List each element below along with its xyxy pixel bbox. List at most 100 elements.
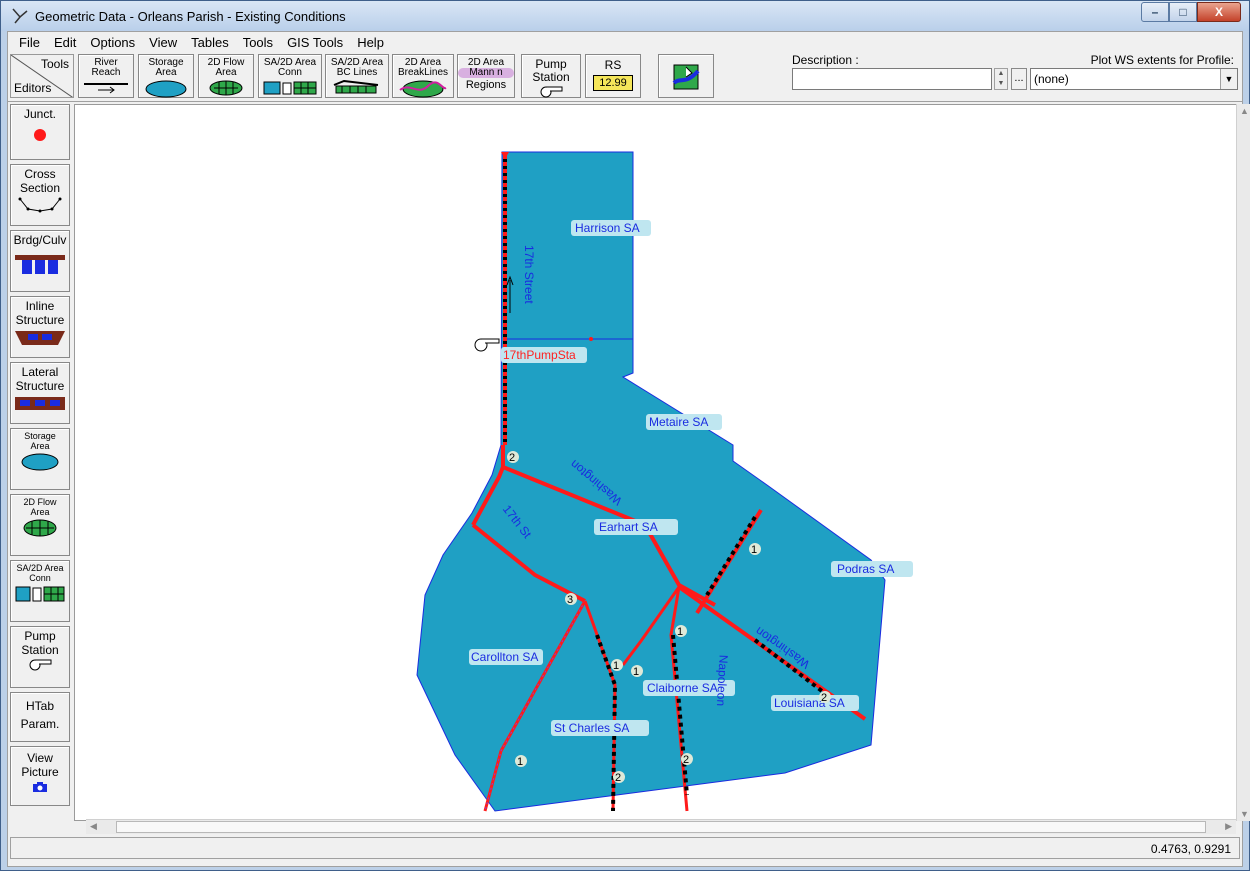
- client-area: File Edit Options View Tables Tools GIS …: [7, 31, 1250, 867]
- menu-gis-tools[interactable]: GIS Tools: [280, 35, 350, 50]
- podras-sa-label: Podras SA: [837, 562, 894, 576]
- description-label: Description :: [792, 53, 859, 67]
- lateral-structure-icon: [15, 397, 65, 410]
- scroll-left-icon[interactable]: ◀: [90, 821, 97, 832]
- sa-2d-conn-tool-button[interactable]: SA/2D Area Conn: [258, 54, 322, 98]
- tools-editors-corner: Tools Editors: [10, 54, 74, 98]
- louisiana-sa-label: Louisiana SA: [774, 696, 845, 710]
- river-reach-icon: [84, 83, 128, 94]
- 2d-flow-area-icon: [209, 80, 243, 96]
- description-spinner[interactable]: ▲ ▼: [994, 68, 1008, 90]
- 2d-flow-area-editor-icon: [23, 519, 57, 537]
- menu-options[interactable]: Options: [83, 35, 142, 50]
- background-map-icon: [672, 64, 700, 90]
- background-map-button[interactable]: [658, 54, 714, 98]
- toolbar: Tools Editors River Reach Storage Area 2…: [8, 52, 1242, 102]
- scroll-up-icon[interactable]: ▲: [1240, 106, 1249, 116]
- plot-profile-value: (none): [1034, 72, 1069, 86]
- 17th-street-label: 17th Street: [522, 245, 536, 304]
- pump-station-tool-button[interactable]: Pump Station: [521, 54, 581, 98]
- svg-text:3: 3: [567, 594, 573, 606]
- carollton-sa-label: Carollton SA: [471, 650, 538, 664]
- view-picture-editor-button[interactable]: View Picture: [10, 746, 70, 806]
- bridge-culvert-editor-button[interactable]: Brdg/Culv: [10, 230, 70, 292]
- menu-edit[interactable]: Edit: [47, 35, 83, 50]
- description-ellipsis-button[interactable]: ...: [1011, 68, 1027, 90]
- sa-2d-conn-editor-button[interactable]: SA/2D Area Conn: [10, 560, 70, 622]
- window-title: Geometric Data - Orleans Parish - Existi…: [35, 9, 346, 24]
- pump-station-label[interactable]: 17thPumpSta: [503, 348, 576, 362]
- menu-tools[interactable]: Tools: [236, 35, 280, 50]
- junction-point[interactable]: [589, 337, 593, 341]
- svg-text:2: 2: [509, 452, 515, 464]
- geometry-map[interactable]: Harrison SA Metaire SA Earhart SA Podras…: [75, 105, 1238, 821]
- plot-profile-select[interactable]: (none) ▼: [1030, 68, 1238, 90]
- storage-area-editor-button[interactable]: Storage Area: [10, 428, 70, 490]
- status-bar: 0.4763, 0.9291: [10, 837, 1240, 859]
- menu-tables[interactable]: Tables: [184, 35, 236, 50]
- title-bar[interactable]: Geometric Data - Orleans Parish - Existi…: [1, 1, 1249, 31]
- menu-help[interactable]: Help: [350, 35, 391, 50]
- close-button[interactable]: X: [1197, 2, 1241, 22]
- svg-text:2: 2: [683, 754, 689, 766]
- svg-text:2: 2: [615, 772, 621, 784]
- bc-lines-icon: [333, 80, 379, 94]
- river-reach-button[interactable]: River Reach: [78, 54, 134, 98]
- tools-label: Tools: [40, 57, 69, 71]
- editors-label: Editors: [14, 81, 52, 95]
- hec-ras-app-icon: [12, 8, 28, 24]
- inline-structure-editor-button[interactable]: Inline Structure: [10, 296, 70, 358]
- menu-view[interactable]: View: [142, 35, 184, 50]
- junction-icon: [34, 129, 46, 141]
- junction-editor-button[interactable]: Junct.: [10, 104, 70, 160]
- maximize-button[interactable]: □: [1169, 2, 1197, 22]
- metaire-sa-label: Metaire SA: [649, 415, 708, 429]
- harrison-sa-label: Harrison SA: [575, 221, 640, 235]
- cursor-coordinates: 0.4763, 0.9291: [1150, 842, 1231, 856]
- horizontal-scrollbar[interactable]: ◀ ▶: [86, 819, 1236, 834]
- cross-section-icon: [18, 197, 62, 213]
- menu-bar: File Edit Options View Tables Tools GIS …: [8, 32, 1242, 52]
- chevron-down-icon[interactable]: ▼: [1220, 69, 1237, 89]
- geometric-data-window: Geometric Data - Orleans Parish - Existi…: [0, 0, 1250, 871]
- storage-area-icon: [145, 80, 187, 98]
- st-charles-sa-label: St Charles SA: [554, 721, 629, 735]
- lateral-structure-editor-button[interactable]: Lateral Structure: [10, 362, 70, 424]
- pump-station-editor-button[interactable]: Pump Station: [10, 626, 70, 688]
- 2d-flow-area-tool-button[interactable]: 2D Flow Area: [198, 54, 254, 98]
- scroll-right-icon[interactable]: ▶: [1225, 821, 1232, 832]
- cross-section-editor-button[interactable]: Cross Section: [10, 164, 70, 226]
- minimize-button[interactable]: –: [1141, 2, 1169, 22]
- breaklines-tool-button[interactable]: 2D Area BreakLines: [392, 54, 454, 98]
- svg-text:2: 2: [821, 692, 827, 704]
- horizontal-scroll-thumb[interactable]: [116, 821, 1206, 833]
- storage-area-editor-icon: [21, 453, 59, 471]
- camera-icon: [33, 782, 47, 792]
- bridge-culvert-icon: [15, 255, 65, 274]
- river-station-tool-button[interactable]: RS 12.99: [585, 54, 641, 98]
- sa-2d-conn-icon: [263, 81, 317, 95]
- earhart-sa-label: Earhart SA: [599, 520, 658, 534]
- geometry-canvas[interactable]: Harrison SA Metaire SA Earhart SA Podras…: [74, 104, 1238, 821]
- pump-station-icon[interactable]: [474, 338, 500, 352]
- htab-param-editor-button[interactable]: HTab Param.: [10, 692, 70, 742]
- 2d-flow-area-editor-button[interactable]: 2D Flow Area: [10, 494, 70, 556]
- storage-areas-region[interactable]: [416, 151, 886, 812]
- inline-structure-icon: [15, 331, 65, 345]
- plot-ws-label: Plot WS extents for Profile:: [1090, 53, 1234, 67]
- vertical-scrollbar[interactable]: ▲ ▼: [1236, 104, 1250, 821]
- river-station-icon: 12.99: [593, 75, 633, 91]
- description-input[interactable]: [792, 68, 992, 90]
- pump-icon: [540, 86, 563, 98]
- storage-area-tool-button[interactable]: Storage Area: [138, 54, 194, 98]
- svg-text:1: 1: [751, 544, 757, 556]
- editors-panel: Junct. Cross Section Brdg/Culv Inline St…: [8, 104, 71, 834]
- claiborne-sa-label: Claiborne SA: [647, 681, 718, 695]
- pump-station-editor-icon: [29, 659, 52, 671]
- mann-regions-tool-button[interactable]: 2D Area Mann n Regions: [457, 54, 515, 98]
- menu-file[interactable]: File: [12, 35, 47, 50]
- scroll-down-icon[interactable]: ▼: [1240, 809, 1249, 819]
- svg-text:1: 1: [677, 626, 683, 638]
- svg-text:1: 1: [517, 756, 523, 768]
- bc-lines-tool-button[interactable]: SA/2D Area BC Lines: [325, 54, 389, 98]
